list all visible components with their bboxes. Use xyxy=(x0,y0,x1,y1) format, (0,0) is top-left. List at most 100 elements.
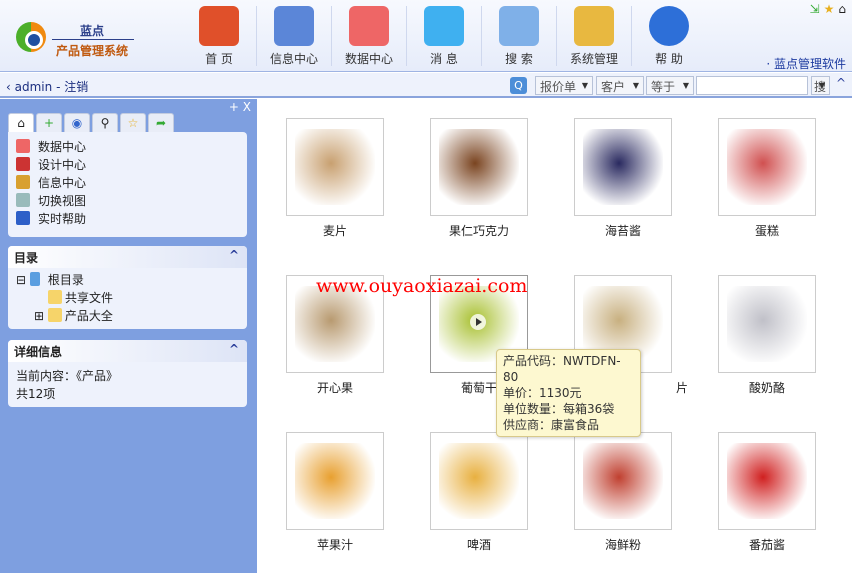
nav-chat[interactable]: 消 息 xyxy=(407,4,481,70)
watermark: www.ouyaoxiazai.com xyxy=(316,275,528,297)
collapse-icon[interactable]: ^ xyxy=(229,342,239,356)
tree-item[interactable]: 共享文件 xyxy=(8,289,247,307)
collapse-toolbar-icon[interactable]: ^ xyxy=(836,76,846,90)
product-name[interactable]: 啤酒 xyxy=(414,536,544,553)
tree-label: 产品大全 xyxy=(64,309,113,323)
exit-icon[interactable]: ⇲ xyxy=(810,2,820,16)
nav-search-folder[interactable]: 搜 索 xyxy=(482,4,556,70)
sidebar-controls[interactable]: + X xyxy=(229,100,251,114)
quick-item[interactable]: 信息中心 xyxy=(8,174,247,192)
quick-item[interactable]: 数据中心 xyxy=(8,138,247,156)
nav-faces[interactable]: 信息中心 xyxy=(257,4,331,70)
product-thumbnail[interactable] xyxy=(286,118,384,216)
nav-label: 搜 索 xyxy=(505,52,533,66)
nav-help[interactable]: 帮 助 xyxy=(632,4,706,70)
product-image xyxy=(439,129,519,205)
search-button[interactable]: 搜 xyxy=(811,76,830,95)
product-image xyxy=(295,443,375,519)
home-icon xyxy=(199,6,239,46)
top-links: ⇲ ★ ⌂ xyxy=(806,2,846,16)
module-select[interactable]: 报价单 xyxy=(535,76,593,95)
product-thumbnail[interactable] xyxy=(718,118,816,216)
product-name[interactable]: 蛋糕 xyxy=(702,222,832,239)
quick-item-icon xyxy=(16,193,30,207)
software-link[interactable]: · 蓝点管理软件 xyxy=(766,55,846,72)
product-name[interactable]: 酸奶酪 xyxy=(702,379,832,396)
product-image xyxy=(583,129,663,205)
product-image xyxy=(439,443,519,519)
nav-tools[interactable]: 系统管理 xyxy=(557,4,631,70)
nav-grid[interactable]: 数据中心 xyxy=(332,4,406,70)
quick-item-label: 设计中心 xyxy=(38,158,87,172)
collapse-icon[interactable]: ^ xyxy=(229,248,239,262)
quick-item-label: 实时帮助 xyxy=(38,212,87,226)
nav-label: 帮 助 xyxy=(655,52,683,66)
directory-panel: 目录 ^ ⊟ 根目录 共享文件 ⊞ 产品大全 xyxy=(8,246,247,329)
divider xyxy=(52,39,134,40)
tab-favorite-icon[interactable]: ☆ xyxy=(120,113,146,132)
logout-link[interactable]: 注销 xyxy=(64,80,88,94)
product-thumbnail[interactable] xyxy=(718,432,816,530)
nav-home[interactable]: 首 页 xyxy=(182,4,256,70)
tools-icon xyxy=(574,6,614,46)
quick-item[interactable]: 实时帮助 xyxy=(8,210,247,228)
quick-item-label: 数据中心 xyxy=(38,140,87,154)
product-name[interactable]: 果仁巧克力 xyxy=(414,222,544,239)
tree-label: 共享文件 xyxy=(65,291,114,305)
field-select[interactable]: 客户 xyxy=(596,76,644,95)
quick-item-icon xyxy=(16,157,30,171)
current-content: 当前内容：《产品》 xyxy=(16,369,119,383)
product-name[interactable]: 海鲜粉 xyxy=(558,536,688,553)
sidebar-tabs: ⌂ + ◉ ⚲ ☆ ➦ xyxy=(8,113,176,132)
tab-share-icon[interactable]: ➦ xyxy=(148,113,174,132)
play-icon[interactable] xyxy=(470,314,486,330)
tree-label: 根目录 xyxy=(47,273,84,287)
nav-label: 系统管理 xyxy=(569,52,618,66)
tooltip-unit: 单位数量：每箱36袋 xyxy=(503,402,615,416)
sidebar: + X ⌂ + ◉ ⚲ ☆ ➦ 数据中心设计中心信息中心切换视图实时帮助 目录 ^ ⊟ 根目… xyxy=(0,99,257,573)
quick-item-label: 信息中心 xyxy=(38,176,87,190)
user-info: ‹ admin - 注销 xyxy=(6,80,89,94)
tab-view-icon[interactable]: ◉ xyxy=(64,113,90,132)
panel-header: 详细信息 ^ xyxy=(8,340,247,362)
product-name[interactable]: 麦片 xyxy=(270,222,400,239)
logo xyxy=(16,22,46,52)
quick-item-icon xyxy=(16,139,30,153)
faces-icon xyxy=(274,6,314,46)
nav-label: 消 息 xyxy=(430,52,458,66)
operator-select[interactable]: 等于 xyxy=(646,76,694,95)
product-image xyxy=(583,443,663,519)
tab-home-icon[interactable]: ⌂ xyxy=(8,113,34,132)
quick-item[interactable]: 设计中心 xyxy=(8,156,247,174)
help-icon xyxy=(649,6,689,46)
product-thumbnail[interactable] xyxy=(718,275,816,373)
product-name[interactable]: 开心果 xyxy=(270,379,400,396)
home-icon[interactable]: ⌂ xyxy=(838,2,846,16)
product-tooltip: 产品代码：NWTDFN-80 单价：1130元 单位数量：每箱36袋 供应商：康… xyxy=(496,349,641,437)
computer-icon xyxy=(29,272,40,286)
collapse-icon[interactable]: ‹ xyxy=(6,80,11,94)
nav-label: 数据中心 xyxy=(344,52,393,66)
quick-item[interactable]: 切换视图 xyxy=(8,192,247,210)
product-thumbnail[interactable] xyxy=(430,432,528,530)
product-name[interactable]: 番茄酱 xyxy=(702,536,832,553)
nav-label: 信息中心 xyxy=(269,52,318,66)
product-thumbnail[interactable] xyxy=(574,432,672,530)
tree-item[interactable]: ⊞ 产品大全 xyxy=(8,307,247,325)
product-name[interactable]: 海苔酱 xyxy=(558,222,688,239)
product-thumbnail[interactable] xyxy=(574,118,672,216)
product-thumbnail[interactable] xyxy=(430,118,528,216)
chat-icon xyxy=(424,6,464,46)
product-image xyxy=(295,286,375,362)
product-name[interactable]: 苹果汁 xyxy=(270,536,400,553)
search-icon: Q xyxy=(510,77,527,94)
tree-root[interactable]: ⊟ 根目录 xyxy=(8,271,247,289)
quick-item-icon xyxy=(16,175,30,189)
product-image xyxy=(727,286,807,362)
tab-add-icon[interactable]: + xyxy=(36,113,62,132)
toolbar: ‹ admin - 注销 Q 报价单 客户 等于 搜 ^ xyxy=(0,73,852,98)
favorite-icon[interactable]: ★ xyxy=(824,2,835,16)
product-thumbnail[interactable] xyxy=(286,432,384,530)
search-input[interactable] xyxy=(696,76,808,95)
tab-search-icon[interactable]: ⚲ xyxy=(92,113,118,132)
